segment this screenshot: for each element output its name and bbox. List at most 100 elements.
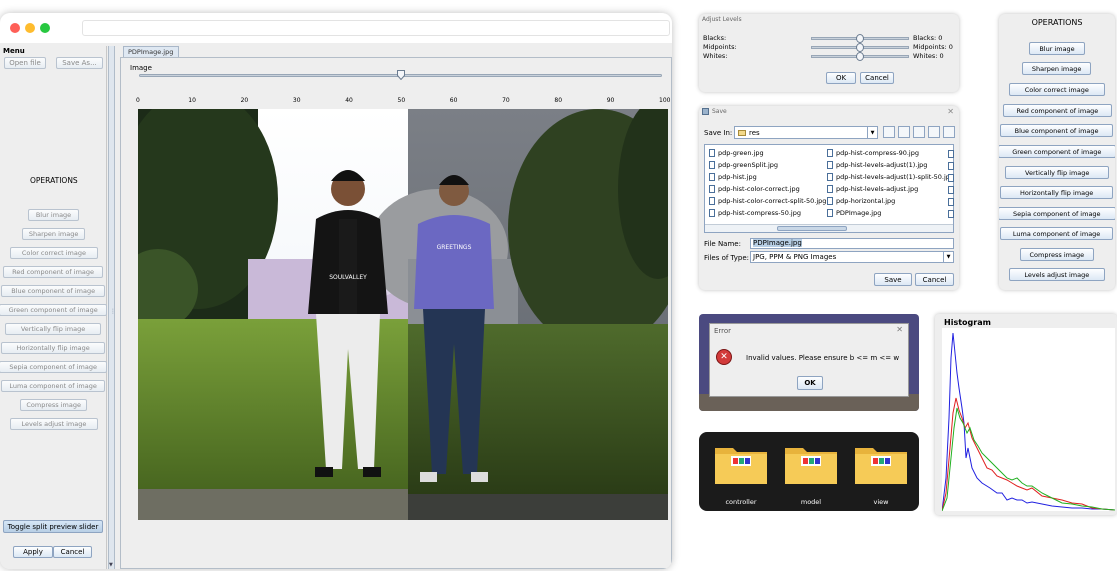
file-item[interactable]: PDPImage.jpg (827, 209, 881, 217)
operations-title: OPERATIONS (30, 176, 78, 185)
operation-button-4[interactable]: Blue component of image (1, 285, 106, 297)
save-cancel-button[interactable]: Cancel (915, 273, 954, 286)
split-slider-thumb[interactable] (396, 70, 405, 81)
file-list-scrollbar[interactable] (705, 224, 953, 232)
folder-view[interactable]: view (853, 440, 909, 508)
save-button[interactable]: Save (874, 273, 912, 286)
file-item[interactable]: pdp-hist-levels-adjust.jpg (827, 185, 918, 193)
ops-panel-button-1[interactable]: Sharpen image (1022, 62, 1092, 75)
save-in-select[interactable]: res ▼ (734, 126, 878, 139)
file-icon (948, 162, 954, 170)
file-name: pdp-hist.jpg (718, 173, 757, 181)
split-divider[interactable]: ⋮ ▼ (108, 46, 116, 569)
ops-panel-button-5[interactable]: Green component of image (999, 145, 1115, 158)
file-icon (827, 173, 833, 181)
operation-button-10[interactable]: Compress image (20, 399, 88, 411)
folder-label: controller (725, 498, 757, 506)
file-item[interactable]: pdp-horizontal.jpg (827, 197, 895, 205)
file-name: pdp-hist-levels-adjust(1).jpg (836, 161, 928, 169)
list-view-icon[interactable] (928, 126, 940, 138)
operation-button-5[interactable]: Green component of image (0, 304, 108, 316)
file-icon (709, 185, 715, 193)
open-file-button[interactable]: Open file (4, 57, 46, 69)
details-view-icon[interactable] (943, 126, 955, 138)
ops-panel-button-7[interactable]: Horizontally flip image (1000, 186, 1114, 199)
ops-panel-button-8[interactable]: Sepia component of image (999, 207, 1115, 220)
error-ok-button[interactable]: OK (797, 376, 823, 390)
file-item[interactable]: pdp-hist-compress-50.jpg (709, 209, 801, 217)
file-icon (827, 149, 833, 157)
ops-panel-button-11[interactable]: Levels adjust image (1009, 268, 1105, 281)
slider-tick-label: 0 (136, 97, 140, 104)
toggle-split-button[interactable]: Toggle split preview slider (3, 520, 103, 533)
close-window-dot[interactable] (10, 23, 20, 33)
save-close-icon[interactable]: ✕ (947, 107, 954, 116)
cancel-button[interactable]: Cancel (53, 546, 92, 558)
image-panel: PDPImage.jpg Image 0 10 20 30 40 50 60 70 80 90 10… (117, 46, 672, 569)
histogram-red-line (941, 397, 1116, 512)
save-as-button[interactable]: Save As... (56, 57, 103, 69)
levels-ok-button[interactable]: OK (826, 72, 856, 84)
ops-panel-button-0[interactable]: Blur image (1029, 42, 1085, 55)
error-screenshot: Error ✕ ✕ Invalid values. Please ensure … (699, 314, 919, 411)
slider-tick-label: 40 (345, 97, 353, 104)
operation-button-0[interactable]: Blur image (28, 209, 79, 221)
file-item[interactable]: pdp-hist-levels-adjust(1).jpg (827, 161, 927, 169)
file-item[interactable]: pdp-green.jpg (709, 149, 764, 157)
minimize-window-dot[interactable] (25, 23, 35, 33)
file-item[interactable]: pdp-hist-color-correct.jpg (709, 185, 800, 193)
operation-button-3[interactable]: Red component of image (3, 266, 104, 278)
file-icon (709, 197, 715, 205)
chevron-down-icon[interactable]: ▼ (867, 127, 877, 138)
ops-panel-button-4[interactable]: Blue component of image (1000, 124, 1114, 137)
tab-pdpimage[interactable]: PDPImage.jpg (123, 46, 179, 57)
slider-tick-label: 10 (188, 97, 196, 104)
levels-slider-thumb[interactable] (856, 34, 864, 43)
levels-slider-thumb[interactable] (856, 52, 864, 61)
error-title: Error (714, 327, 732, 335)
ops-panel-button-9[interactable]: Luma component of image (1000, 227, 1114, 240)
file-type-select[interactable]: JPG, PPM & PNG Images ▼ (750, 251, 954, 263)
levels-slider-thumb[interactable] (856, 43, 864, 52)
file-item[interactable]: pdp-hist-color-correct-split-50.jpg (709, 197, 826, 205)
file-item[interactable]: pdp-greenSplit.jpg (709, 161, 778, 169)
apply-button[interactable]: Apply (13, 546, 53, 558)
slider-tick-label: 90 (606, 97, 615, 104)
operation-button-6[interactable]: Vertically flip image (5, 323, 102, 335)
error-close-icon[interactable]: ✕ (896, 325, 903, 334)
file-name-input[interactable]: PDPImage.jpg (750, 238, 954, 249)
folders-view: controller model view (699, 432, 919, 511)
chevron-down-icon[interactable]: ▼ (943, 252, 953, 262)
ops-panel-button-10[interactable]: Compress image (1020, 248, 1094, 261)
save-in-value: res (749, 128, 760, 137)
scrollbar-thumb[interactable] (777, 226, 847, 231)
levels-cancel-button[interactable]: Cancel (860, 72, 894, 84)
new-folder-icon[interactable] (913, 126, 925, 138)
maximize-window-dot[interactable] (40, 23, 50, 33)
operation-button-11[interactable]: Levels adjust image (10, 418, 98, 430)
scroll-down-arrow-icon[interactable]: ▼ (109, 562, 113, 568)
address-bar[interactable] (82, 20, 670, 36)
file-icon (709, 173, 715, 181)
operation-button-9[interactable]: Luma component of image (1, 380, 106, 392)
ops-panel-button-3[interactable]: Red component of image (1003, 104, 1112, 117)
file-name: pdp-hist-color-correct.jpg (718, 185, 800, 193)
ops-panel-button-6[interactable]: Vertically flip image (1005, 166, 1110, 179)
file-item[interactable]: pdp-hist-compress-90.jpg (827, 149, 919, 157)
home-folder-icon[interactable] (898, 126, 910, 138)
folder-model[interactable]: model (783, 440, 839, 508)
save-in-label: Save In: (704, 129, 733, 137)
operation-button-1[interactable]: Sharpen image (22, 228, 86, 240)
folder-controller[interactable]: controller (713, 440, 769, 508)
ops-panel-button-2[interactable]: Color correct image (1009, 83, 1105, 96)
up-folder-icon[interactable] (883, 126, 895, 138)
operation-button-2[interactable]: Color correct image (10, 247, 98, 259)
operation-button-8[interactable]: Sepia component of image (0, 361, 108, 373)
operation-button-7[interactable]: Horizontally flip image (1, 342, 106, 354)
file-list[interactable]: pdp-green.jpg pdp-greenSplit.jpg pdp-hist.… (704, 144, 954, 233)
file-item[interactable]: pdp-hist-levels-adjust(1)-split-50.jpg (827, 173, 954, 181)
file-name: pdp-hist-levels-adjust.jpg (836, 185, 919, 193)
file-item[interactable]: pdp-hist.jpg (709, 173, 757, 181)
folder-icon (785, 448, 837, 484)
error-message: Invalid values. Please ensure b <= m <= … (746, 354, 900, 362)
